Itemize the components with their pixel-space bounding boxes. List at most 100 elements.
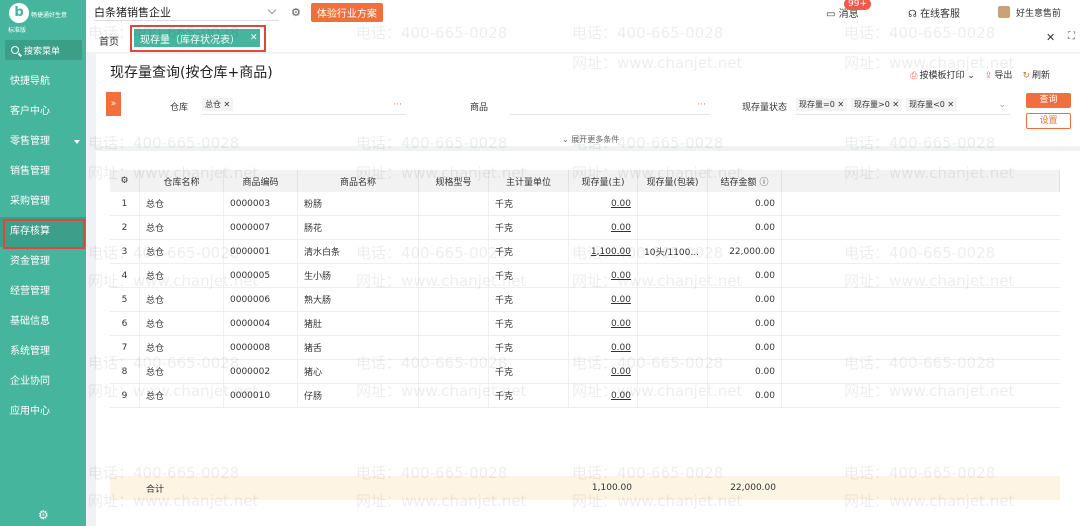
table-row[interactable]: 2 总仓 0000007 肠花 千克 0.00 0.00 xyxy=(110,216,1060,240)
sidebar-item[interactable]: 资金管理 xyxy=(0,247,86,277)
query-button[interactable]: 查询 xyxy=(1026,93,1071,108)
cell-pack-text: 10头/1100... xyxy=(644,248,699,258)
trial-industry-button[interactable]: 体验行业方案 xyxy=(310,2,383,22)
status-field[interactable]: 现存量=0 ✕ 现存量>0 ✕ 现存量<0 ✕ ⌄ xyxy=(796,95,1010,115)
inventory-table: ⚙ 仓库名称 商品编码 商品名称 规格型号 主计量单位 现存量(主) 现存量(包… xyxy=(110,170,1060,408)
row-spacer xyxy=(782,216,1060,239)
sidebar-item[interactable]: 库存核算 xyxy=(0,217,86,249)
sidebar-item[interactable]: 销售管理 xyxy=(0,157,86,187)
expand-filter-button[interactable]: » xyxy=(106,92,121,116)
settings-button[interactable]: 设置 xyxy=(1026,113,1071,129)
cell-warehouse-text: 总仓 xyxy=(146,368,165,378)
cell-qty[interactable]: 0.00 xyxy=(569,312,638,335)
sidebar-item[interactable]: 经营管理 xyxy=(0,277,86,307)
export-label: 导出 xyxy=(994,71,1013,81)
brand-logo-icon: b xyxy=(9,3,29,23)
more-conditions-toggle[interactable]: ⌄ 展开更多条件 xyxy=(562,134,619,145)
sidebar-item[interactable]: 零售管理 xyxy=(0,127,86,157)
cell-unit-text: 千克 xyxy=(495,320,514,330)
product-field[interactable]: ··· xyxy=(510,95,710,115)
warehouse-field[interactable]: 总仓 ✕ ··· xyxy=(202,95,406,115)
chevron-down-icon[interactable]: ⌄ xyxy=(998,100,1006,110)
status-tag-negative[interactable]: 现存量<0 ✕ xyxy=(906,98,958,111)
cell-spec xyxy=(419,336,489,359)
header-code[interactable]: 商品编码 xyxy=(224,170,298,192)
service-label: 在线客服 xyxy=(920,9,961,20)
sidebar-item[interactable]: 快捷导航 xyxy=(0,67,86,97)
cell-amount-text: 0.00 xyxy=(754,294,775,305)
cell-pack xyxy=(638,264,708,287)
cell-qty[interactable]: 0.00 xyxy=(569,264,638,287)
cell-amount-text: 0.00 xyxy=(754,342,775,353)
sidebar-item[interactable]: 基础信息 xyxy=(0,307,86,337)
cell-pack xyxy=(638,192,708,215)
status-tag-positive[interactable]: 现存量>0 ✕ xyxy=(851,98,903,111)
cell-unit: 千克 xyxy=(489,336,569,359)
cell-name: 粉肠 xyxy=(298,192,419,215)
table-row[interactable]: 5 总仓 0000006 熟大肠 千克 0.00 0.00 xyxy=(110,288,1060,312)
user-name[interactable]: 好生意售前 xyxy=(1016,6,1061,19)
table-row[interactable]: 8 总仓 0000002 猪心 千克 0.00 0.00 xyxy=(110,360,1060,384)
cell-warehouse: 总仓 xyxy=(140,384,224,407)
cell-name-text: 清水白条 xyxy=(304,248,341,258)
sidebar-item[interactable]: 应用中心 xyxy=(0,397,86,427)
avatar[interactable] xyxy=(998,6,1010,18)
header-name[interactable]: 商品名称 xyxy=(298,170,419,192)
header-warehouse[interactable]: 仓库名称 xyxy=(140,170,224,192)
cell-amount: 0.00 xyxy=(708,288,782,311)
sidebar-item[interactable]: 客户中心 xyxy=(0,97,86,127)
column-settings-icon[interactable]: ⚙ xyxy=(110,170,140,192)
table-row[interactable]: 7 总仓 0000008 猪舌 千克 0.00 0.00 xyxy=(110,336,1060,360)
gear-icon[interactable]: ⚙ xyxy=(291,6,301,19)
company-selector[interactable]: 白条猪销售企业 xyxy=(94,4,279,21)
tab-home[interactable]: 首页 xyxy=(99,33,119,48)
cell-code: 0000010 xyxy=(224,384,298,407)
cell-warehouse-text: 总仓 xyxy=(146,392,165,402)
cell-name: 仔肠 xyxy=(298,384,419,407)
fullscreen-icon[interactable]: ⛶ xyxy=(1068,31,1075,42)
refresh-button[interactable]: ↻ 刷新 xyxy=(1022,68,1050,81)
logo: b 畅捷通好生意 标准版 xyxy=(0,0,86,36)
more-icon[interactable]: ··· xyxy=(697,100,706,110)
cell-pack xyxy=(638,384,708,407)
cell-qty[interactable]: 1,100.00 xyxy=(569,240,638,263)
cell-qty-text: 0.00 xyxy=(610,342,631,353)
sidebar-item[interactable]: 采购管理 xyxy=(0,187,86,217)
cell-warehouse-text: 总仓 xyxy=(146,272,165,282)
sidebar: b 畅捷通好生意 标准版 搜索菜单 快捷导航 客户中心 零售管理 销售管理 采购管理 库存… xyxy=(0,0,86,526)
print-button[interactable]: ⎙ 按模板打印 ⌄ xyxy=(910,68,975,81)
cell-amount-text: 0.00 xyxy=(754,222,775,233)
export-button[interactable]: ⇪ 导出 xyxy=(985,68,1013,81)
table-row[interactable]: 4 总仓 0000005 生小肠 千克 0.00 0.00 xyxy=(110,264,1060,288)
header-amount[interactable]: 结存金额 ⓘ xyxy=(708,170,782,192)
more-icon[interactable]: ··· xyxy=(393,100,402,110)
table-row[interactable]: 9 总仓 0000010 仔肠 千克 0.00 0.00 xyxy=(110,384,1060,408)
online-service-button[interactable]: ☊ 在线客服 xyxy=(908,5,960,20)
header-qty[interactable]: 现存量(主) xyxy=(569,170,638,192)
cell-qty[interactable]: 0.00 xyxy=(569,360,638,383)
filter-area: » 仓库 总仓 ✕ ··· 商品 ··· 现存量状态 现存量=0 ✕ 现存量>0… xyxy=(106,92,1071,134)
cell-qty[interactable]: 0.00 xyxy=(569,336,638,359)
cell-unit-text: 千克 xyxy=(495,296,514,306)
sidebar-item[interactable]: 企业协同 xyxy=(0,367,86,397)
cell-warehouse: 总仓 xyxy=(140,360,224,383)
table-row[interactable]: 6 总仓 0000004 猪肚 千克 0.00 0.00 xyxy=(110,312,1060,336)
cell-qty[interactable]: 0.00 xyxy=(569,192,638,215)
totals-spacer xyxy=(298,476,419,500)
header-pack[interactable]: 现存量(包装) xyxy=(638,170,708,192)
close-icon[interactable]: ✕ xyxy=(1046,31,1055,44)
sidebar-item[interactable]: 系统管理 xyxy=(0,337,86,367)
status-tag-zero[interactable]: 现存量=0 ✕ xyxy=(796,98,848,111)
cell-code: 0000002 xyxy=(224,360,298,383)
cell-qty[interactable]: 0.00 xyxy=(569,216,638,239)
header-spec[interactable]: 规格型号 xyxy=(419,170,489,192)
settings-gear-icon[interactable]: ⚙ xyxy=(38,508,49,522)
search-menu-button[interactable]: 搜索菜单 xyxy=(5,40,82,60)
table-row[interactable]: 3 总仓 0000001 清水白条 千克 1,100.00 10头/1100... 22,00… xyxy=(110,240,1060,264)
header-unit[interactable]: 主计量单位 xyxy=(489,170,569,192)
info-icon[interactable]: ⓘ xyxy=(759,175,768,188)
cell-qty[interactable]: 0.00 xyxy=(569,288,638,311)
cell-qty[interactable]: 0.00 xyxy=(569,384,638,407)
table-row[interactable]: 1 总仓 0000003 粉肠 千克 0.00 0.00 xyxy=(110,192,1060,216)
cell-code-text: 0000001 xyxy=(230,246,271,257)
